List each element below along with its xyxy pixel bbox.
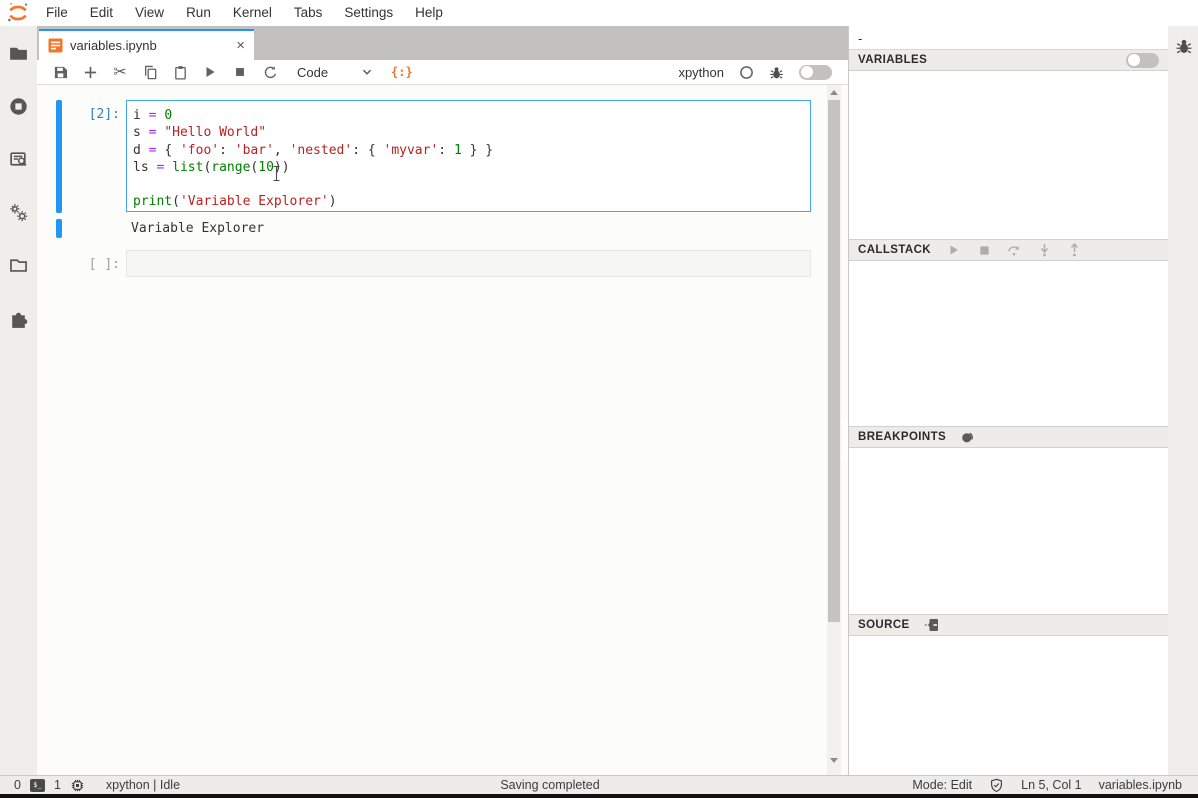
chevron-down-icon xyxy=(361,66,373,78)
jupyter-logo-icon xyxy=(6,1,30,25)
status-right-group: Mode: Edit Ln 5, Col 1 variables.ipynb xyxy=(912,778,1198,793)
toggle-knob xyxy=(1128,54,1140,66)
copy-cells-button[interactable] xyxy=(135,60,165,84)
cell-type-value: Code xyxy=(297,65,328,80)
running-sessions-icon[interactable] xyxy=(8,96,29,117)
trust-shield-icon[interactable] xyxy=(989,778,1004,793)
save-button[interactable] xyxy=(45,60,75,84)
text-ibeam-cursor xyxy=(271,165,282,182)
empty-cell-prompt: [ ]: xyxy=(37,257,120,272)
debugger-panel: - VARIABLES CALLSTACK xyxy=(848,26,1168,775)
kernels-count[interactable]: 1 xyxy=(54,778,61,792)
kernel-chip-icon xyxy=(70,778,85,793)
restart-kernel-button[interactable] xyxy=(255,60,285,84)
scrollbar-thumb[interactable] xyxy=(828,100,840,622)
debugger-panel-title: - xyxy=(849,26,1168,50)
terminal-icon: $_ xyxy=(30,779,45,792)
tab-title: variables.ipynb xyxy=(70,38,157,53)
debug-continue-button[interactable] xyxy=(947,243,961,257)
debugger-bug-icon[interactable] xyxy=(769,65,784,80)
empty-code-cell-editor[interactable] xyxy=(126,250,811,277)
callstack-header-label: CALLSTACK xyxy=(858,244,931,256)
variables-view-toggle[interactable] xyxy=(1126,53,1159,68)
source-header-label: SOURCE xyxy=(858,619,910,631)
cell-output-text: Variable Explorer xyxy=(131,221,264,236)
menu-item-help[interactable]: Help xyxy=(404,0,454,26)
debug-step-over-button[interactable] xyxy=(1007,243,1021,257)
debugger-tab-bug-icon[interactable] xyxy=(1175,37,1193,55)
close-all-breakpoints-icon[interactable] xyxy=(960,429,976,445)
breakpoints-section-header[interactable]: BREAKPOINTS xyxy=(849,427,1168,448)
debug-step-in-button[interactable] xyxy=(1037,243,1051,257)
settings-gears-icon[interactable] xyxy=(8,202,29,223)
toggle-knob xyxy=(801,66,813,78)
cell-type-dropdown[interactable]: Code xyxy=(285,60,381,84)
variables-header-label: VARIABLES xyxy=(858,54,927,66)
extension-manager-icon[interactable] xyxy=(8,309,29,330)
scroll-down-arrow[interactable] xyxy=(830,758,838,763)
tab-bar: variables.ipynb × xyxy=(37,26,848,60)
main-dock-panel: variables.ipynb × ✂ Code {:} xyxy=(37,26,848,775)
status-left-group: 0 $_ 1 xpython | Idle xyxy=(0,778,180,793)
tab-close-icon[interactable]: × xyxy=(236,38,245,53)
debug-terminate-button[interactable] xyxy=(977,243,991,257)
code-braces-icon[interactable]: {:} xyxy=(391,65,413,79)
variables-section-header[interactable]: VARIABLES xyxy=(849,50,1168,71)
menu-item-kernel[interactable]: Kernel xyxy=(222,0,283,26)
open-source-in-editor-icon[interactable] xyxy=(924,617,940,633)
bottom-edge xyxy=(0,794,1198,798)
notebook-file-icon xyxy=(48,38,63,53)
menu-item-tabs[interactable]: Tabs xyxy=(283,0,334,26)
interrupt-kernel-button[interactable] xyxy=(225,60,255,84)
open-tabs-icon[interactable] xyxy=(8,255,29,276)
paste-cells-button[interactable] xyxy=(165,60,195,84)
menu-bar: FileEditViewRunKernelTabsSettingsHelp xyxy=(0,0,1198,26)
tab-variables-ipynb[interactable]: variables.ipynb × xyxy=(39,29,254,60)
toolbar-kernel-area: xpython xyxy=(678,65,832,80)
terminals-count[interactable]: 0 xyxy=(14,778,21,792)
add-cell-button[interactable] xyxy=(75,60,105,84)
notebook-toolbar: ✂ Code {:} xpython xyxy=(37,60,848,85)
callstack-section-header[interactable]: CALLSTACK xyxy=(849,240,1168,261)
left-sidebar xyxy=(0,26,37,775)
kernel-name-label[interactable]: xpython xyxy=(678,65,724,80)
active-filename[interactable]: variables.ipynb xyxy=(1099,778,1182,792)
run-cell-button[interactable] xyxy=(195,60,225,84)
notebook-scrollbar[interactable] xyxy=(827,85,841,775)
callstack-content xyxy=(849,261,1168,427)
menu-item-view[interactable]: View xyxy=(124,0,175,26)
menu-item-settings[interactable]: Settings xyxy=(333,0,404,26)
file-browser-icon[interactable] xyxy=(8,43,29,64)
cut-cells-button[interactable]: ✂ xyxy=(105,60,135,84)
code-cell-editor[interactable]: i = 0s = "Hello World"d = { 'foo': 'bar'… xyxy=(126,100,811,212)
source-section-header[interactable]: SOURCE xyxy=(849,615,1168,636)
menu-items: FileEditViewRunKernelTabsSettingsHelp xyxy=(35,0,454,26)
right-sidebar xyxy=(1168,26,1198,775)
menu-item-run[interactable]: Run xyxy=(175,0,222,26)
kernel-status-icon xyxy=(739,65,754,80)
kernel-status-text[interactable]: xpython | Idle xyxy=(106,778,180,792)
cell-output-collapser[interactable] xyxy=(56,219,62,238)
simple-mode-toggle[interactable] xyxy=(799,65,832,80)
cell-execution-prompt: [2]: xyxy=(37,107,120,122)
menu-item-edit[interactable]: Edit xyxy=(79,0,124,26)
variables-content xyxy=(849,71,1168,240)
menu-item-file[interactable]: File xyxy=(35,0,79,26)
notebook-content: [2]: i = 0s = "Hello World"d = { 'foo': … xyxy=(37,85,848,775)
callstack-buttons xyxy=(947,243,1081,257)
breakpoints-content xyxy=(849,448,1168,615)
cursor-position-indicator[interactable]: Ln 5, Col 1 xyxy=(1021,778,1081,792)
property-inspector-icon[interactable] xyxy=(8,149,29,170)
breakpoints-header-label: BREAKPOINTS xyxy=(858,431,946,443)
scroll-up-arrow[interactable] xyxy=(830,90,838,95)
source-content xyxy=(849,636,1168,775)
status-bar: 0 $_ 1 xpython | Idle Saving completed M… xyxy=(0,775,1198,794)
notebook-mode-indicator[interactable]: Mode: Edit xyxy=(912,778,972,792)
debug-step-out-button[interactable] xyxy=(1067,243,1081,257)
saving-status-message: Saving completed xyxy=(460,778,640,792)
